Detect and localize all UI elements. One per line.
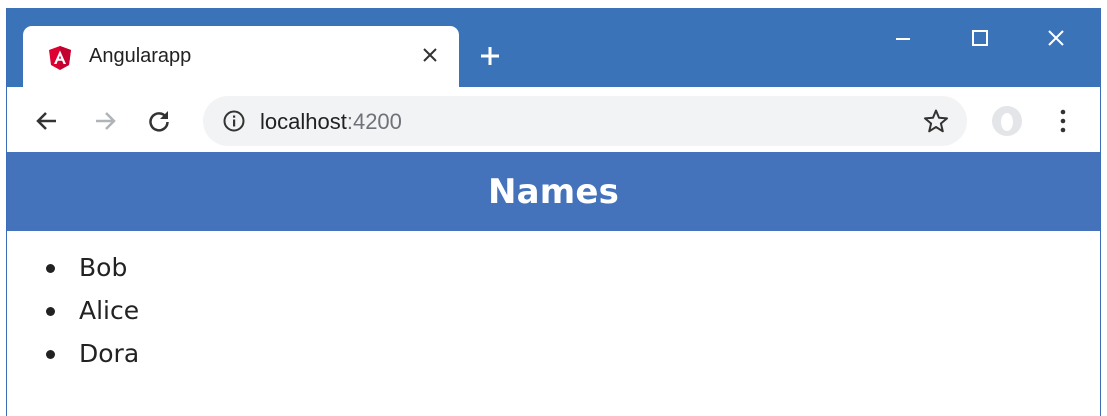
minimize-icon <box>896 38 910 40</box>
menu-button[interactable] <box>1051 103 1075 139</box>
info-icon[interactable] <box>223 110 245 132</box>
page-content: Names Bob Alice Dora <box>7 152 1100 416</box>
reload-icon <box>149 111 169 132</box>
kebab-menu-icon <box>1060 109 1066 133</box>
back-arrow-icon <box>36 112 56 130</box>
tab-close-button[interactable] <box>415 40 445 70</box>
minimize-button[interactable] <box>883 20 923 56</box>
close-icon <box>1048 30 1064 46</box>
list-item: Alice <box>43 293 139 336</box>
star-icon[interactable] <box>923 108 949 134</box>
browser-window: Angularapp localhost:4200 Names Bob Alic… <box>6 8 1101 416</box>
tab-angularapp[interactable]: Angularapp <box>23 26 459 87</box>
reload-button[interactable] <box>141 103 177 139</box>
address-bar[interactable]: localhost:4200 <box>203 96 967 146</box>
profile-icon[interactable] <box>991 105 1023 137</box>
browser-toolbar: localhost:4200 <box>7 87 1100 152</box>
names-list: Bob Alice Dora <box>43 250 139 379</box>
url-host: localhost <box>260 109 347 134</box>
page-title: Names <box>487 171 620 212</box>
maximize-button[interactable] <box>960 20 1000 56</box>
forward-button[interactable] <box>87 103 123 139</box>
close-icon <box>423 48 437 62</box>
url-port: :4200 <box>346 109 402 134</box>
maximize-icon <box>972 30 988 46</box>
tab-title: Angularapp <box>89 45 192 67</box>
list-item: Dora <box>43 336 139 379</box>
window-close-button[interactable] <box>1036 20 1076 56</box>
back-button[interactable] <box>29 103 65 139</box>
angular-icon <box>49 46 71 70</box>
list-item: Bob <box>43 250 139 293</box>
page-header: Names <box>7 152 1100 231</box>
url-text[interactable]: localhost:4200 <box>260 109 402 135</box>
plus-icon <box>481 47 499 65</box>
forward-arrow-icon <box>96 112 116 130</box>
new-tab-button[interactable] <box>473 39 507 73</box>
title-bar: Angularapp <box>7 8 1100 87</box>
